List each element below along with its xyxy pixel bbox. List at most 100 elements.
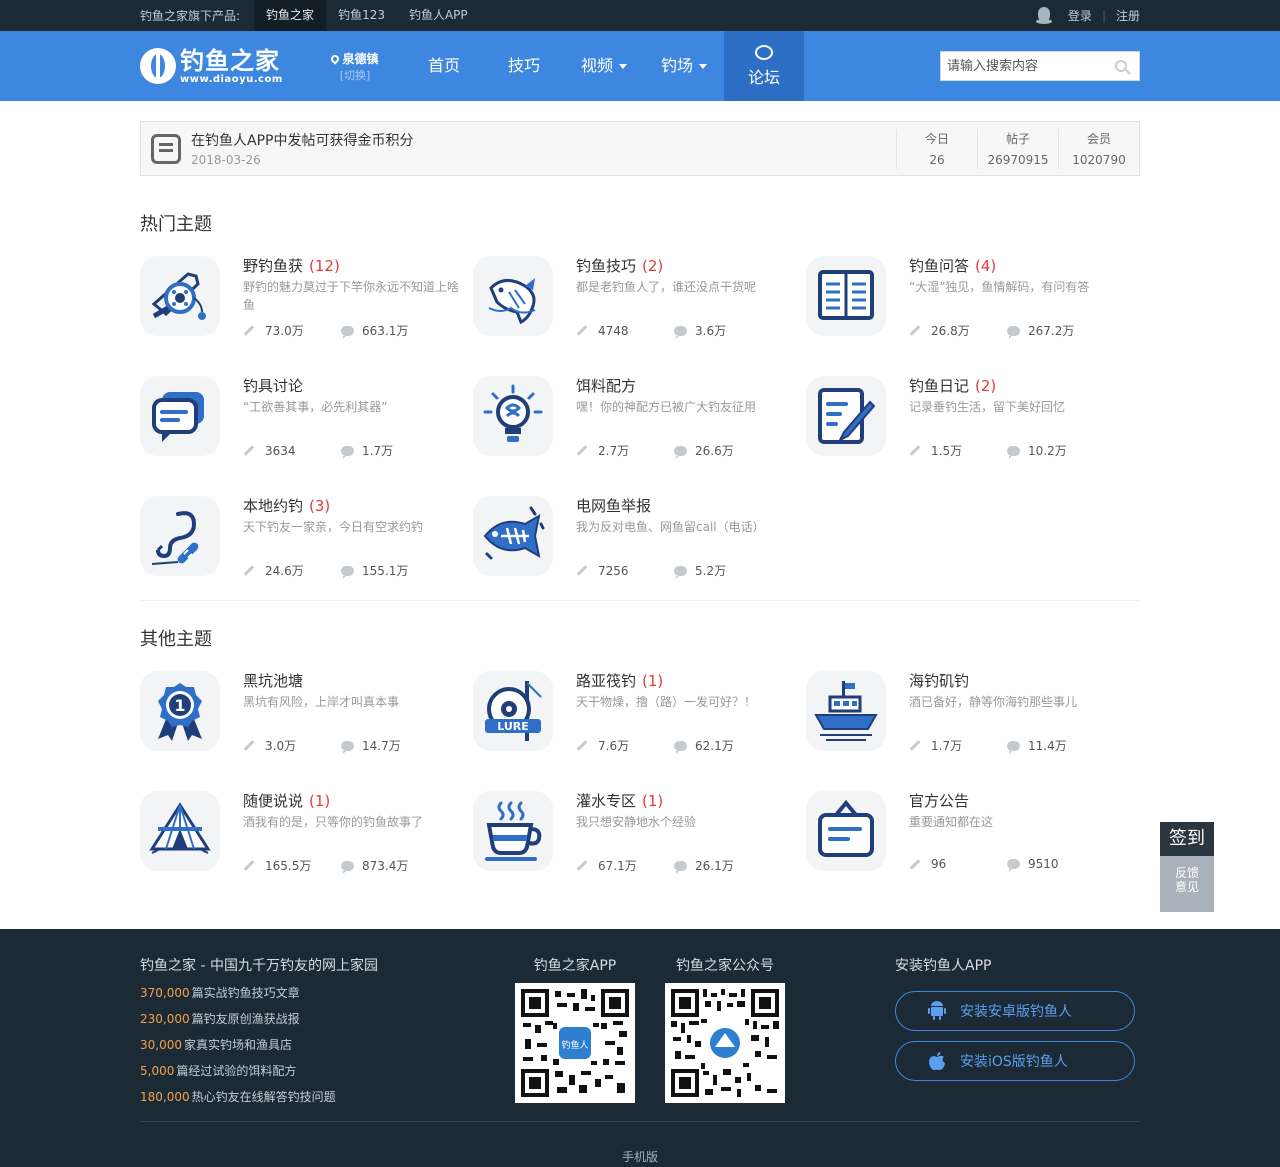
forum-name[interactable]: 官方公告 — [909, 792, 969, 810]
forum-name[interactable]: 饵料配方 — [576, 377, 636, 395]
forum-description: 天下钓友一家亲，今日有空求约钓 — [243, 520, 424, 534]
forum-name[interactable]: 随便说说 — [243, 792, 303, 810]
stat-label: 帖子 — [1005, 132, 1030, 146]
forum-card[interactable]: 随便说说 (1) 酒我有的是，只等你的钓鱼故事了 165.5万 873.4万 — [140, 791, 473, 874]
forum-description: 嘿！你的神配方已被广大钓友征用 — [576, 400, 757, 414]
notice-title[interactable]: 在钓鱼人APP中发帖可获得金币积分 — [191, 130, 896, 150]
forum-name[interactable]: 路亚筏钓 — [576, 672, 636, 690]
forum-name[interactable]: 钓鱼问答 — [909, 257, 969, 275]
forum-name-row[interactable]: 饵料配方 — [576, 376, 794, 396]
forum-name-row[interactable]: 本地约钓 (3) — [243, 496, 461, 516]
register-link[interactable]: 注册 — [1116, 7, 1140, 24]
forum-name[interactable]: 本地约钓 — [243, 497, 303, 515]
location-switch[interactable]: [切换] — [320, 67, 390, 83]
forum-stats: 7.6万 62.1万 — [576, 737, 794, 754]
forum-card[interactable]: 1 黑坑池塘 黑坑有风险，上岸才叫真本事 3.0万 14.7万 — [140, 671, 473, 754]
forum-name-row[interactable]: 钓鱼日记 (2) — [909, 376, 1127, 396]
reel-icon[interactable] — [140, 256, 220, 336]
forum-card[interactable]: 钓具讨论 “工欲善其事，必先利其器” 3634 1.7万 — [140, 376, 473, 459]
comment-icon — [674, 860, 687, 874]
qr-pattern-1: 钓鱼人 — [521, 989, 629, 1097]
forum-posts: 7.6万 — [598, 739, 630, 753]
pencil-icon — [576, 445, 588, 456]
medal-icon[interactable]: 1 — [140, 671, 220, 751]
forum-name-row[interactable]: 电网鱼举报 — [576, 496, 794, 516]
hook-icon[interactable] — [140, 496, 220, 576]
bulb-icon[interactable] — [473, 376, 553, 456]
forum-name[interactable]: 电网鱼举报 — [576, 497, 651, 515]
comment-icon — [1007, 325, 1020, 339]
install-ios-button[interactable]: 安装iOS版钓鱼人 — [895, 1041, 1135, 1081]
forum-card[interactable]: 钓鱼问答 (4) “大湿”独见，鱼情解码，有问有答 26.8万 267.2万 — [806, 256, 1140, 339]
forum-replies: 873.4万 — [362, 859, 409, 873]
forum-name-row[interactable]: 钓具讨论 — [243, 376, 461, 396]
nav-home[interactable]: 首页 — [404, 31, 484, 101]
forum-card[interactable]: 本地约钓 (3) 天下钓友一家亲，今日有空求约钓 24.6万 155.1万 — [140, 496, 473, 579]
forum-name[interactable]: 黑坑池塘 — [243, 672, 303, 690]
forum-card[interactable]: 电网鱼举报 我为反对电鱼、网鱼留call（电话） 7256 5.2万 — [473, 496, 806, 579]
forum-name[interactable]: 海钓矶钓 — [909, 672, 969, 690]
forum-card[interactable]: LURE 路亚筏钓 (1) 天干物燥，撸（路）一发可好？！ 7.6万 62.1万 — [473, 671, 806, 754]
forum-description: 我只想安静地水个经验 — [576, 815, 697, 829]
board-icon[interactable] — [806, 791, 886, 871]
mobile-version-link[interactable]: 手机版 — [622, 1150, 658, 1164]
forum-card[interactable]: 钓鱼技巧 (2) 都是老钓鱼人了，谁还没点干货呢 4748 3.6万 — [473, 256, 806, 339]
forum-name-row[interactable]: 野钓鱼获 (12) — [243, 256, 461, 276]
cup-icon[interactable] — [473, 791, 553, 871]
diary-icon[interactable] — [806, 376, 886, 456]
product-link-app[interactable]: 钓鱼人APP — [397, 0, 480, 31]
forum-description: 天干物燥，撸（路）一发可好？！ — [576, 695, 757, 709]
forum-name[interactable]: 灌水专区 — [576, 792, 636, 810]
login-link[interactable]: 登录 — [1068, 7, 1092, 24]
forum-name-row[interactable]: 灌水专区 (1) — [576, 791, 794, 811]
forum-card[interactable]: 海钓矶钓 酒已备好，静等你海钓那些事儿 1.7万 11.4万 — [806, 671, 1140, 754]
fish-jump-icon[interactable] — [473, 256, 553, 336]
book-icon[interactable] — [806, 256, 886, 336]
feedback-line-2: 意见 — [1174, 880, 1199, 894]
install-android-button[interactable]: 安装安卓版钓鱼人 — [895, 991, 1135, 1031]
forum-name-row[interactable]: 黑坑池塘 — [243, 671, 461, 691]
account-links: 登录 | 注册 — [1035, 0, 1140, 31]
boat-icon[interactable] — [806, 671, 886, 751]
search-input[interactable] — [941, 52, 1109, 80]
forum-name-row[interactable]: 海钓矶钓 — [909, 671, 1127, 691]
forum-name-row[interactable]: 官方公告 — [909, 791, 1127, 811]
forum-name-row[interactable]: 钓鱼问答 (4) — [909, 256, 1127, 276]
stat-value: 26970915 — [987, 153, 1049, 167]
product-link-diaoyu123[interactable]: 钓鱼123 — [326, 0, 397, 31]
feedback-button[interactable]: 反馈 意见 — [1160, 856, 1214, 912]
forum-card[interactable]: 饵料配方 嘿！你的神配方已被广大钓友征用 2.7万 26.6万 — [473, 376, 806, 459]
tent-icon[interactable] — [140, 791, 220, 871]
forum-name[interactable]: 钓鱼技巧 — [576, 257, 636, 275]
forum-card[interactable]: 钓鱼日记 (2) 记录垂钓生活，留下美好回忆 1.5万 10.2万 — [806, 376, 1140, 459]
nav-video[interactable]: 视频 — [564, 31, 644, 101]
forum-name[interactable]: 野钓鱼获 — [243, 257, 303, 275]
chat-icon[interactable] — [140, 376, 220, 456]
forum-stats: 7256 5.2万 — [576, 562, 794, 579]
product-link-diaoyu[interactable]: 钓鱼之家 — [254, 0, 327, 31]
forum-name-row[interactable]: 路亚筏钓 (1) — [576, 671, 794, 691]
sign-in-button[interactable]: 签到 — [1160, 822, 1214, 856]
forum-card[interactable]: 灌水专区 (1) 我只想安静地水个经验 67.1万 26.1万 — [473, 791, 806, 874]
forum-card[interactable]: 野钓鱼获 (12) 野钓的魅力莫过于下竿你永远不知道上啥鱼 73.0万 663.1万 — [140, 256, 473, 339]
qq-icon[interactable] — [1035, 6, 1052, 25]
nav-forum[interactable]: 论坛 — [724, 31, 804, 101]
fishbone-icon[interactable] — [473, 496, 553, 576]
location-picker[interactable]: 泉德镇 [切换] — [320, 50, 390, 83]
qr-pattern-2 — [671, 989, 779, 1097]
forum-name[interactable]: 钓鱼日记 — [909, 377, 969, 395]
forum-name-row[interactable]: 钓鱼技巧 (2) — [576, 256, 794, 276]
footer-bottom: 手机版 — [140, 1121, 1140, 1165]
nav-tips[interactable]: 技巧 — [484, 31, 564, 101]
apple-icon — [929, 1052, 945, 1071]
lure-icon[interactable]: LURE — [473, 671, 553, 751]
nav-fishing-spot[interactable]: 钓场 — [644, 31, 724, 101]
site-logo[interactable]: 钓鱼之家 www.diaoyu.com — [140, 48, 300, 85]
notice-bar: 在钓鱼人APP中发帖可获得金币积分 2018-03-26 今日 26 帖子 2697… — [140, 121, 1140, 176]
search-icon[interactable] — [1115, 60, 1127, 72]
forum-card[interactable]: 官方公告 重要通知都在这 96 9510 — [806, 791, 1140, 872]
forum-name[interactable]: 钓具讨论 — [243, 377, 303, 395]
forum-replies: 10.2万 — [1028, 444, 1067, 458]
forum-name-row[interactable]: 随便说说 (1) — [243, 791, 461, 811]
footer-stat-text: 热心钓友在线解答钓技问题 — [191, 1090, 336, 1104]
